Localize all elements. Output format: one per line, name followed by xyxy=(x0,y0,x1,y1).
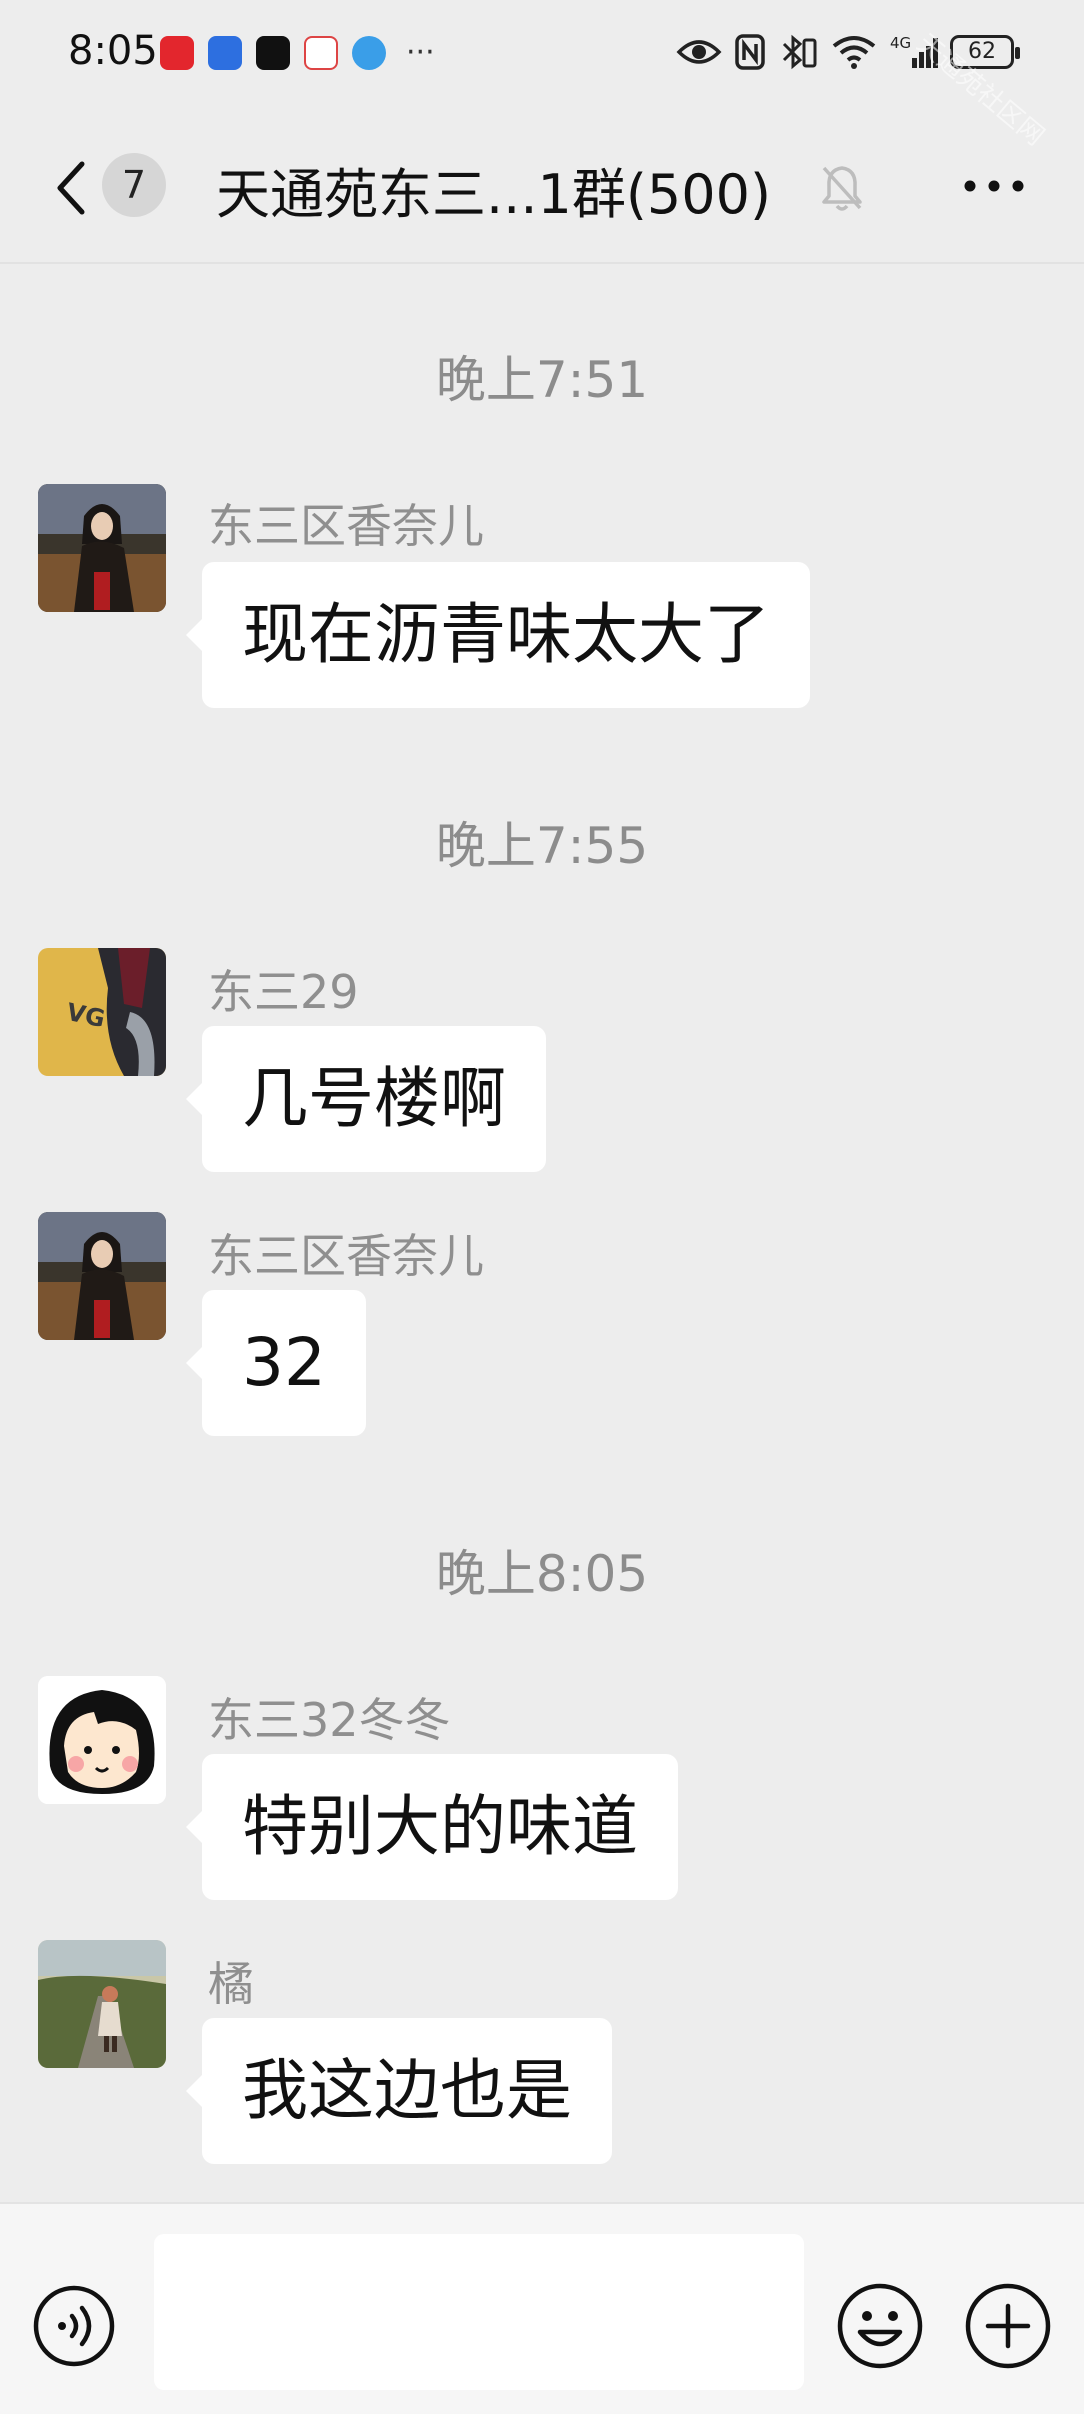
plus-icon[interactable] xyxy=(964,2282,1052,2370)
red-app-icon xyxy=(160,36,194,70)
timestamp: 晚上7:55 xyxy=(435,817,649,875)
sender-name: 东三区香奈儿 xyxy=(208,1229,484,1283)
message-bubble[interactable]: 特别大的味道 xyxy=(186,1754,678,1900)
status-app-icons: ··· xyxy=(160,36,435,70)
message-input[interactable] xyxy=(154,2234,804,2390)
wifi-icon xyxy=(832,36,876,69)
voice-input-icon[interactable] xyxy=(32,2284,116,2368)
mute-bell-icon xyxy=(822,166,862,211)
back-arrow-icon[interactable] xyxy=(52,158,92,218)
avatar-dongsan-xiangnaier[interactable] xyxy=(38,1212,166,1340)
eye-icon xyxy=(676,40,722,64)
more-options-icon[interactable] xyxy=(962,176,1026,196)
sender-name: 东三区香奈儿 xyxy=(208,499,484,553)
tiktok-icon xyxy=(256,36,290,70)
message-bubble[interactable]: 32 xyxy=(186,1290,366,1436)
bluetooth-icon xyxy=(782,34,817,70)
cloud-app-icon xyxy=(304,36,338,70)
chat-header: 7 天通苑东三...1群(500) xyxy=(0,110,1084,264)
avatar-dongsan-29[interactable]: VG xyxy=(38,948,166,1076)
sender-name: 橘 xyxy=(208,1957,254,2011)
more-notifications-icon: ··· xyxy=(406,35,435,70)
globe-app-icon xyxy=(352,36,386,70)
sender-name: 东三32冬冬 xyxy=(208,1693,451,1747)
header-divider xyxy=(0,262,1084,264)
avatar-ju[interactable] xyxy=(38,1940,166,2068)
unread-count-badge[interactable]: 7 xyxy=(102,153,166,217)
avatar-dongsan-32-dongdong[interactable] xyxy=(38,1676,166,1804)
timestamp: 晚上8:05 xyxy=(435,1545,649,1603)
message-bubble[interactable]: 我这边也是 xyxy=(186,2018,612,2164)
chat-input-bar xyxy=(0,2202,1084,2414)
blue-app-icon xyxy=(208,36,242,70)
timestamp: 晚上7:51 xyxy=(435,351,649,409)
chat-title: 天通苑东三...1群(500) xyxy=(216,163,772,226)
message-bubble[interactable]: 几号楼啊 xyxy=(186,1026,546,1172)
sender-name: 东三29 xyxy=(208,965,359,1019)
message-bubble[interactable]: 现在沥青味太大了 xyxy=(186,562,810,708)
avatar-dongsan-xiangnaier[interactable] xyxy=(38,484,166,612)
nfc-icon xyxy=(735,34,765,70)
status-time: 8:05 xyxy=(68,28,158,74)
svg-text:4G: 4G xyxy=(890,34,911,52)
emoji-icon[interactable] xyxy=(836,2282,924,2370)
